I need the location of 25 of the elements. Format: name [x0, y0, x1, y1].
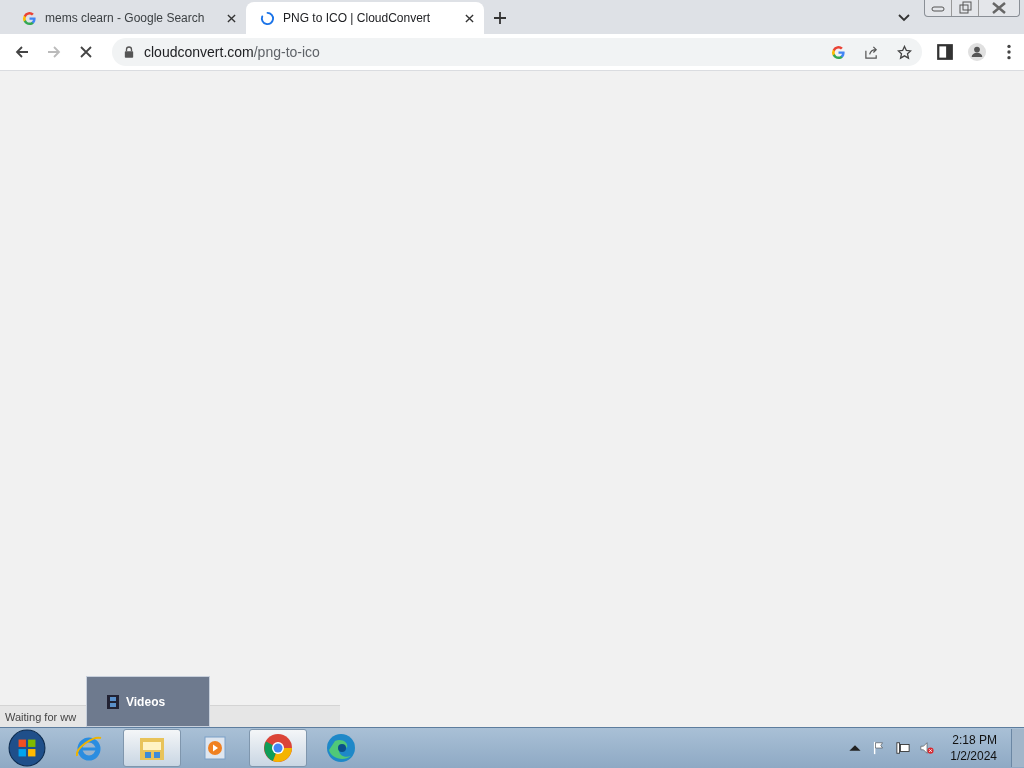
loading-spinner-icon [260, 10, 275, 26]
taskbar-app-button[interactable] [123, 729, 181, 767]
close-tab-icon[interactable] [465, 13, 474, 23]
browser-tab[interactable]: PNG to ICO | CloudConvert [246, 2, 484, 34]
close-tab-icon[interactable] [227, 13, 236, 23]
film-icon [107, 694, 119, 709]
star-icon[interactable] [897, 44, 912, 60]
chrome-icon [262, 732, 294, 764]
taskbar-thumbnail-popup[interactable]: Videos [86, 676, 210, 727]
address-bar[interactable]: cloudconvert.com/png-to-ico [112, 38, 922, 66]
browser-tab[interactable]: mems clearn - Google Search [8, 2, 246, 34]
new-tab-icon[interactable] [494, 12, 506, 24]
chevron-down-icon[interactable] [898, 14, 910, 22]
google-icon[interactable] [831, 44, 846, 60]
clock[interactable]: 2:18 PM 1/2/2024 [950, 732, 997, 764]
taskbar-app-button[interactable] [249, 729, 307, 767]
side-panel-icon[interactable] [936, 43, 954, 61]
share-icon[interactable] [864, 44, 879, 60]
lock-icon [124, 46, 134, 58]
speaker-muted-icon[interactable] [920, 741, 935, 755]
start-button[interactable] [8, 729, 46, 767]
edge-icon [325, 732, 357, 764]
profile-avatar-icon[interactable] [968, 43, 986, 61]
google-icon [22, 10, 37, 26]
network-icon[interactable] [896, 741, 911, 755]
